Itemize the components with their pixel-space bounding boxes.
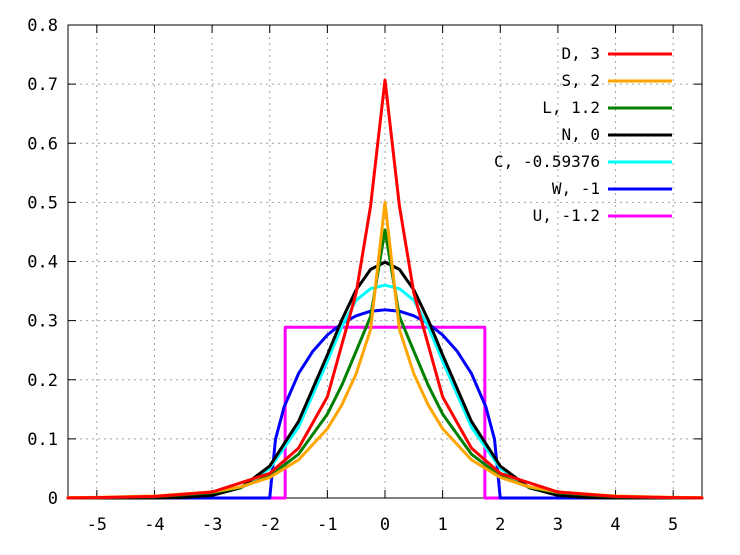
x-tick-label: -3: [202, 515, 222, 535]
legend-label: N, 0: [561, 125, 600, 144]
x-tick-label: -4: [144, 515, 164, 535]
y-tick-label: 0.2: [27, 371, 58, 391]
x-tick-label: 2: [495, 515, 505, 535]
x-tick-label: 0: [380, 515, 390, 535]
y-tick-label: 0.5: [27, 193, 58, 213]
legend-label: U, -1.2: [533, 206, 600, 225]
series-lines: [66, 78, 704, 500]
y-tick-label: 0.7: [27, 75, 58, 95]
chart-container: -5 -4 -3 -2 -1 0 1 2 3 4 5 0 0.1 0.2 0.3 0.4 0.5 0.6 0.7 0.…: [0, 0, 740, 555]
series-line-d: [66, 78, 704, 500]
legend: D, 3 S, 2 L, 1.2 N, 0 C, -0.59376 W, -1 U, -1.…: [494, 44, 672, 225]
y-tick-label: 0.3: [27, 312, 58, 332]
x-tick-label: 5: [668, 515, 678, 535]
y-tick-label: 0: [48, 489, 58, 509]
x-tick-label: 1: [438, 515, 448, 535]
legend-label: D, 3: [561, 44, 600, 63]
legend-label: S, 2: [561, 71, 600, 90]
y-tick-label: 0.8: [27, 16, 58, 36]
y-tick-label: 0.6: [27, 134, 58, 154]
y-tick-label: 0.4: [27, 253, 58, 273]
x-tick-label: -2: [259, 515, 279, 535]
legend-label: W, -1: [552, 179, 600, 198]
x-tick-label: -1: [317, 515, 337, 535]
x-tick-label: -5: [87, 515, 107, 535]
legend-label: L, 1.2: [542, 98, 600, 117]
x-tick-label: 4: [610, 515, 620, 535]
x-tick-label: 3: [553, 515, 563, 535]
legend-label: C, -0.59376: [494, 152, 600, 171]
series-line-u: [66, 325, 704, 500]
distribution-chart: -5 -4 -3 -2 -1 0 1 2 3 4 5 0 0.1 0.2 0.3 0.4 0.5 0.6 0.7 0.…: [27, 16, 704, 535]
y-tick-label: 0.1: [27, 430, 58, 450]
